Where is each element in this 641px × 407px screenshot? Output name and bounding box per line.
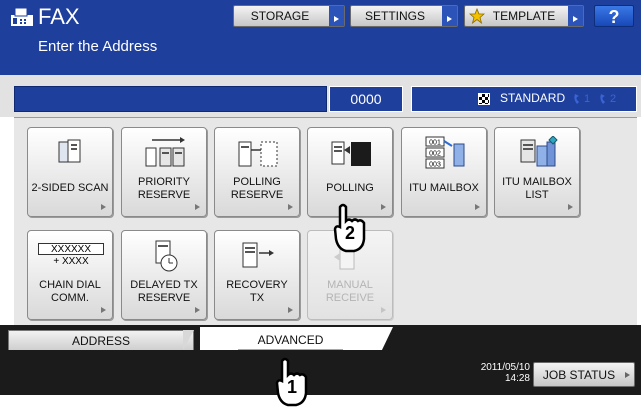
- itu-mailbox-icon: 001 002 003: [425, 136, 465, 169]
- chevron-right-icon: [381, 307, 386, 313]
- chevron-right-icon: [442, 6, 457, 26]
- itu-mailbox-list-icon: [520, 136, 558, 167]
- chevron-right-icon: [288, 204, 293, 210]
- chevron-right-icon: [381, 204, 386, 210]
- mailbox-code-2: 002: [429, 151, 441, 158]
- polling-reserve-button[interactable]: POLLING RESERVE: [214, 127, 300, 217]
- step-2-pointer-hand-icon: 2: [330, 203, 370, 253]
- job-status-label: JOB STATUS: [542, 368, 616, 382]
- counter-display: 0000: [329, 86, 403, 112]
- date-label: 2011/05/10: [480, 362, 530, 373]
- two-sided-document-icon: [58, 139, 81, 163]
- settings-button[interactable]: SETTINGS: [350, 5, 458, 27]
- itu-mailbox-list-button[interactable]: ITU MAILBOX LIST: [494, 127, 580, 217]
- step-1-pointer-hand-icon: 1: [272, 357, 312, 407]
- mailbox-code-1: 001: [429, 140, 441, 147]
- tab-address[interactable]: ADDRESS: [8, 330, 194, 350]
- template-button[interactable]: TEMPLATE: [464, 5, 584, 27]
- chevron-right-icon: [195, 204, 200, 210]
- address-field[interactable]: [14, 86, 327, 112]
- tab-advanced-label: ADVANCED: [257, 333, 324, 347]
- tab-advanced[interactable]: ADVANCED: [200, 327, 381, 352]
- checkered-resolution-icon: [478, 93, 490, 105]
- mailbox-code-3: 003: [429, 162, 441, 169]
- chevron-right-icon: [195, 307, 200, 313]
- storage-label: STORAGE: [250, 9, 310, 23]
- itu-mailbox-button[interactable]: 001 002 003 ITU MAILBOX: [401, 127, 487, 217]
- priority-reserve-icon: [145, 137, 185, 167]
- phone-line-icon: [600, 94, 605, 104]
- tab-address-label: ADDRESS: [71, 334, 130, 348]
- line-indicators: 1 2: [573, 89, 635, 109]
- resolution-mode-label: STANDARD: [500, 91, 566, 105]
- polling-label: POLLING: [326, 182, 374, 194]
- priority-reserve-label: PRIORITY RESERVE: [137, 176, 191, 201]
- job-status-button[interactable]: JOB STATUS: [533, 362, 635, 387]
- app-title: FAX: [38, 4, 80, 29]
- phone-line-icon: [574, 94, 579, 104]
- screen-instruction: Enter the Address: [38, 38, 158, 55]
- help-button[interactable]: ?: [594, 5, 634, 27]
- manual-receive-label: MANUAL RECEIVE: [325, 279, 375, 304]
- recovery-tx-button[interactable]: RECOVERY TX: [214, 230, 300, 320]
- itu-mailbox-list-label: ITU MAILBOX LIST: [502, 176, 572, 201]
- itu-mailbox-label: ITU MAILBOX: [409, 182, 479, 194]
- chain-dial-code-box: XXXXXX: [38, 243, 104, 255]
- chain-dial-comm-button[interactable]: XXXXXX + XXXX CHAIN DIAL COMM.: [27, 230, 113, 320]
- time-label: 14:28: [504, 373, 530, 384]
- delayed-tx-reserve-label: DELAYED TX RESERVE: [130, 279, 198, 304]
- storage-button[interactable]: STORAGE: [233, 5, 345, 27]
- chain-dial-comm-label: CHAIN DIAL COMM.: [39, 279, 101, 304]
- polling-reserve-icon: [238, 141, 278, 167]
- line-2-label: 2: [610, 93, 617, 105]
- chevron-right-icon: [101, 204, 106, 210]
- chevron-right-icon: [329, 6, 344, 26]
- fax-machine-icon: [11, 7, 33, 26]
- line-1-label: 1: [584, 93, 591, 105]
- chevron-right-icon: [475, 204, 480, 210]
- delayed-tx-icon: [155, 240, 178, 272]
- priority-reserve-button[interactable]: PRIORITY RESERVE: [121, 127, 207, 217]
- recovery-tx-label: RECOVERY TX: [226, 279, 288, 304]
- delayed-tx-reserve-button[interactable]: DELAYED TX RESERVE: [121, 230, 207, 320]
- chevron-right-icon: [625, 372, 630, 378]
- chevron-right-icon: [101, 307, 106, 313]
- chevron-right-icon: [568, 6, 583, 26]
- chevron-right-icon: [568, 204, 573, 210]
- settings-label: SETTINGS: [364, 9, 425, 23]
- tab-advanced-corner: [381, 327, 393, 352]
- step-2-number: 2: [344, 223, 355, 243]
- polling-reserve-label: POLLING RESERVE: [230, 176, 284, 201]
- step-1-number: 1: [286, 377, 297, 397]
- chevron-right-icon: [288, 307, 293, 313]
- recovery-tx-icon: [242, 242, 274, 268]
- date-time-display: 2011/05/10 14:28: [455, 362, 530, 384]
- two-sided-scan-button[interactable]: 2-SIDED SCAN: [27, 127, 113, 217]
- template-label: TEMPLATE: [492, 9, 556, 23]
- chain-dial-code-suffix: + XXXX: [53, 256, 89, 267]
- two-sided-scan-label: 2-SIDED SCAN: [31, 182, 109, 194]
- polling-icon: [331, 141, 371, 166]
